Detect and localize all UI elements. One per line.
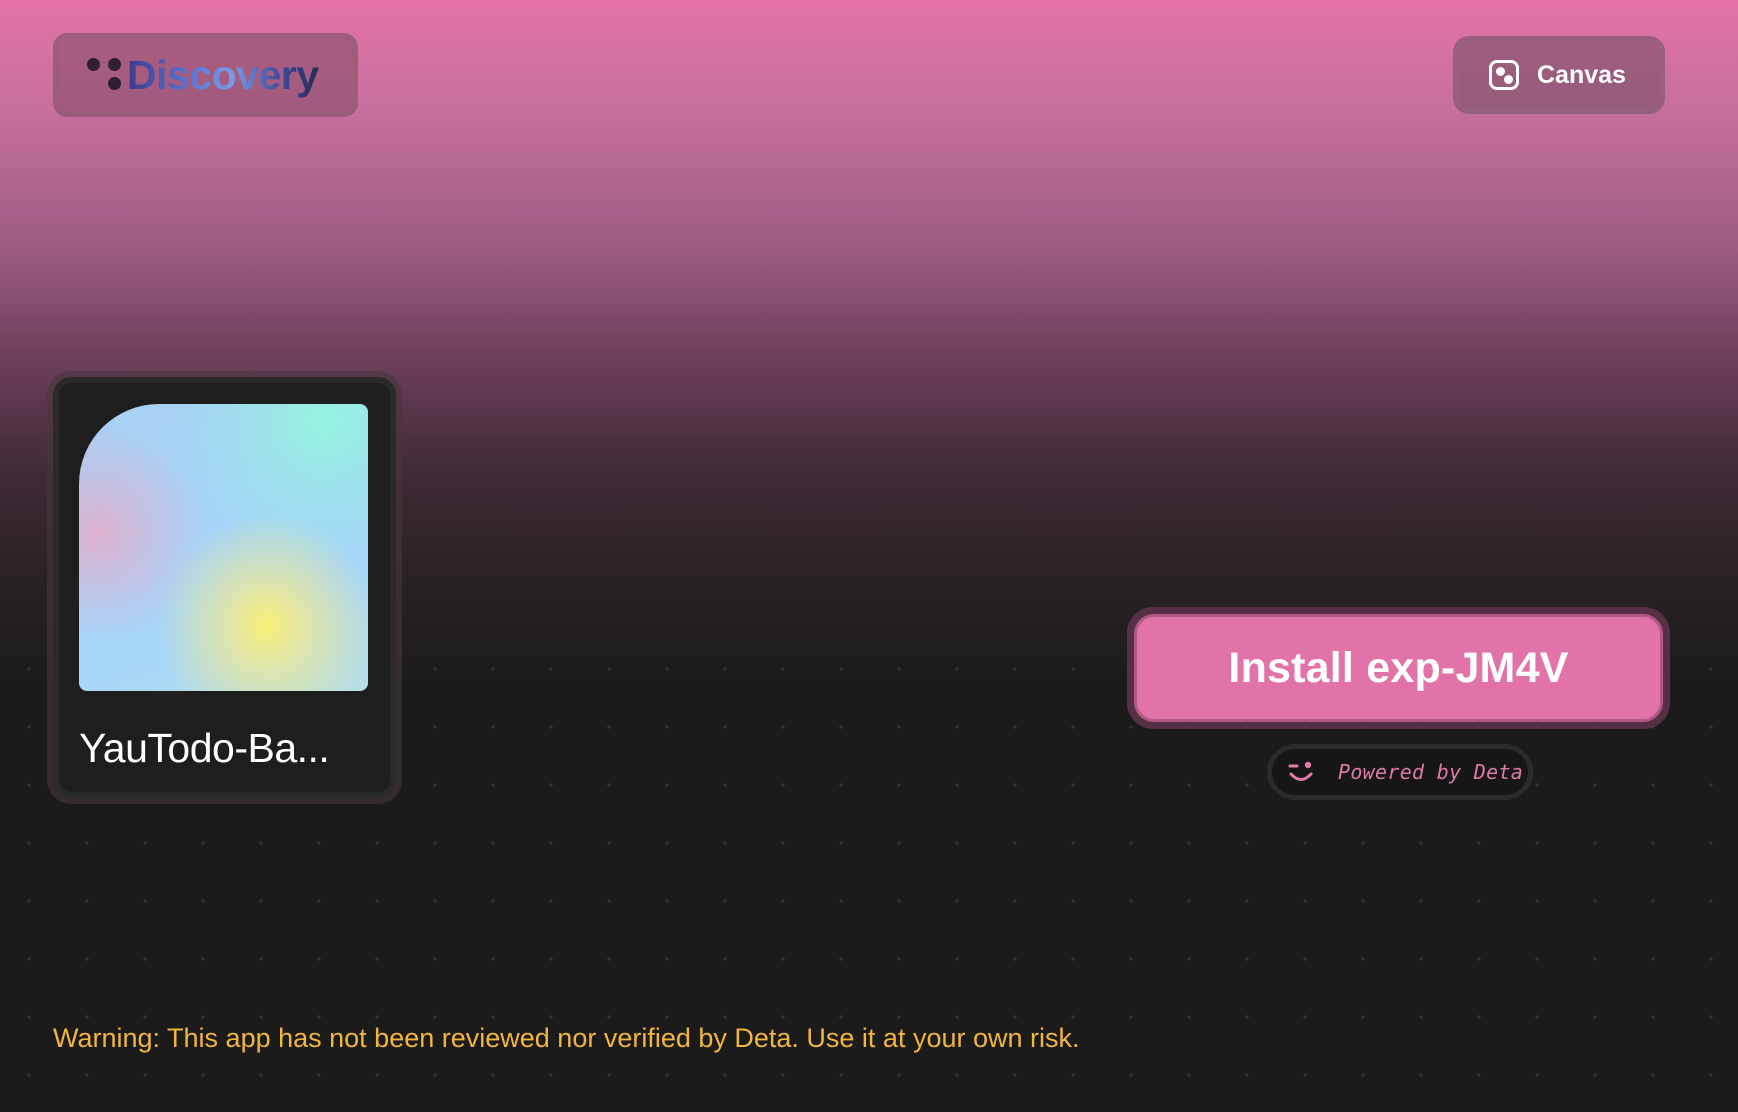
app-card[interactable]: YauTodo-Ba... — [53, 377, 396, 798]
discovery-logo-text: Discovery — [127, 51, 319, 98]
install-button-frame: Install exp-JM4V — [1127, 607, 1670, 729]
warning-message: Warning: This app has not been reviewed … — [53, 1023, 1080, 1053]
powered-by-deta-link[interactable]: Powered by Deta — [1267, 744, 1533, 800]
app-name: YauTodo-Ba... — [79, 725, 330, 771]
install-button-label: Install exp-JM4V — [1228, 643, 1569, 692]
canvas-button[interactable]: Canvas — [1453, 36, 1665, 114]
install-button[interactable]: Install exp-JM4V — [1134, 614, 1663, 722]
wink-face-icon — [1288, 761, 1313, 781]
discovery-logo-button[interactable]: Discovery — [53, 33, 358, 117]
app-icon-image — [79, 404, 368, 691]
app-card-frame: YauTodo-Ba... — [47, 371, 402, 804]
canvas-dice-icon — [1489, 60, 1519, 90]
discovery-dots-icon — [87, 55, 125, 95]
powered-by-deta-label: Powered by Deta — [1338, 760, 1524, 784]
canvas-button-label: Canvas — [1537, 60, 1626, 89]
